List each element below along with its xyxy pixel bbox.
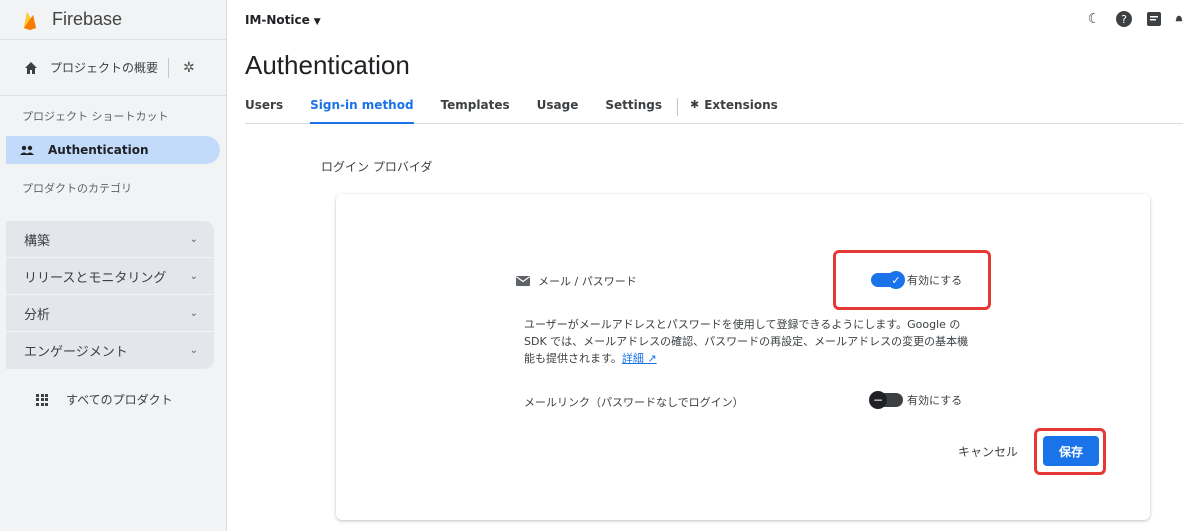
email-link-toggle[interactable]: − 有効にする xyxy=(869,391,963,409)
moon-icon[interactable]: ☾ xyxy=(1085,10,1103,28)
main-content: IM-Notice ▼ ☾ ? Authentication Users Sign… xyxy=(227,0,1183,531)
email-password-row: メール / パスワード xyxy=(516,273,637,289)
tab-divider xyxy=(677,98,678,116)
sidebar-item-authentication[interactable]: Authentication xyxy=(6,136,220,164)
category-analytics[interactable]: 分析 ⌄ xyxy=(6,295,214,332)
project-name: IM-Notice xyxy=(245,13,310,27)
provider-card: メール / パスワード ✓ 有効にする ユーザーがメールアドレスとパスワードを使… xyxy=(336,194,1150,520)
category-engagement[interactable]: エンゲージメント ⌄ xyxy=(6,332,214,369)
tab-usage[interactable]: Usage xyxy=(537,98,579,124)
category-label: エンゲージメント xyxy=(24,345,128,360)
tab-sign-in-method[interactable]: Sign-in method xyxy=(310,98,414,124)
home-icon xyxy=(25,61,37,74)
cancel-button[interactable]: キャンセル xyxy=(958,443,1018,460)
caret-down-icon: ▼ xyxy=(313,17,321,27)
email-password-label: メール / パスワード xyxy=(538,275,637,288)
tab-settings[interactable]: Settings xyxy=(605,98,662,124)
toggle-track: − xyxy=(869,391,903,409)
learn-more-label: 詳細 xyxy=(621,352,644,365)
highlight-save-box xyxy=(1034,428,1106,475)
learn-more-link[interactable]: 詳細 ↗ xyxy=(622,352,657,365)
category-group: 構築 ⌄ リリースとモニタリング ⌄ 分析 ⌄ エンゲージメント ⌄ xyxy=(6,221,214,369)
email-link-label: メールリンク（パスワードなしでログイン） xyxy=(524,396,744,409)
chevron-down-icon: ⌄ xyxy=(189,270,198,282)
minus-icon: − xyxy=(869,391,887,409)
categories-title: プロダクトのカテゴリ xyxy=(22,182,132,195)
extensions-icon: ✱ xyxy=(690,98,700,111)
mail-icon xyxy=(516,276,530,286)
tab-extensions[interactable]: ✱ Extensions xyxy=(690,98,778,124)
page-title: Authentication xyxy=(245,50,410,80)
project-overview-row[interactable]: プロジェクトの概要 ✲ xyxy=(0,40,226,96)
category-label: 構築 xyxy=(24,233,51,249)
tab-templates[interactable]: Templates xyxy=(441,98,510,124)
svg-text:?: ? xyxy=(1121,13,1127,26)
shortcuts-title: プロジェクト ショートカット xyxy=(22,110,169,123)
grid-icon xyxy=(36,393,48,406)
tab-users[interactable]: Users xyxy=(245,98,283,124)
category-label: リリースとモニタリング xyxy=(24,270,167,286)
chevron-down-icon: ⌄ xyxy=(189,345,198,356)
top-icons: ☾ ? xyxy=(1085,10,1183,28)
chevron-down-icon: ⌄ xyxy=(189,307,198,319)
top-bar: IM-Notice ▼ xyxy=(227,0,1183,40)
gear-icon[interactable]: ✲ xyxy=(183,60,195,76)
category-label: 分析 xyxy=(24,307,51,323)
project-selector[interactable]: IM-Notice ▼ xyxy=(245,13,321,27)
notes-icon[interactable] xyxy=(1145,10,1163,28)
help-icon[interactable]: ? xyxy=(1115,10,1133,28)
sidebar: Firebase プロジェクトの概要 ✲ プロジェクト ショートカット Auth… xyxy=(0,0,227,531)
category-build[interactable]: 構築 ⌄ xyxy=(6,221,214,258)
category-release-monitoring[interactable]: リリースとモニタリング ⌄ xyxy=(6,258,214,295)
all-products-label: すべてのプロダクト xyxy=(66,393,173,407)
providers-title: ログイン プロバイダ xyxy=(321,160,433,174)
divider xyxy=(168,57,170,78)
bell-icon[interactable] xyxy=(1175,10,1183,28)
brand-bar[interactable]: Firebase xyxy=(0,0,226,40)
external-link-icon: ↗ xyxy=(643,352,657,365)
tab-label: Extensions xyxy=(704,98,778,112)
project-overview-label: プロジェクトの概要 xyxy=(50,61,159,75)
all-products-link[interactable]: すべてのプロダクト xyxy=(0,391,226,408)
highlight-toggle-box xyxy=(833,250,991,310)
toggle-label: 有効にする xyxy=(907,394,963,407)
chevron-down-icon: ⌄ xyxy=(189,233,198,245)
sidebar-item-label: Authentication xyxy=(48,143,149,157)
flame-icon xyxy=(24,11,36,30)
brand-name: Firebase xyxy=(52,9,123,29)
description-text: ユーザーがメールアドレスとパスワードを使用して登録できるようにします。Googl… xyxy=(524,318,969,365)
tab-bar: Users Sign-in method Templates Usage Set… xyxy=(245,98,1183,124)
email-password-description: ユーザーがメールアドレスとパスワードを使用して登録できるようにします。Googl… xyxy=(524,316,974,367)
people-icon xyxy=(20,145,34,155)
